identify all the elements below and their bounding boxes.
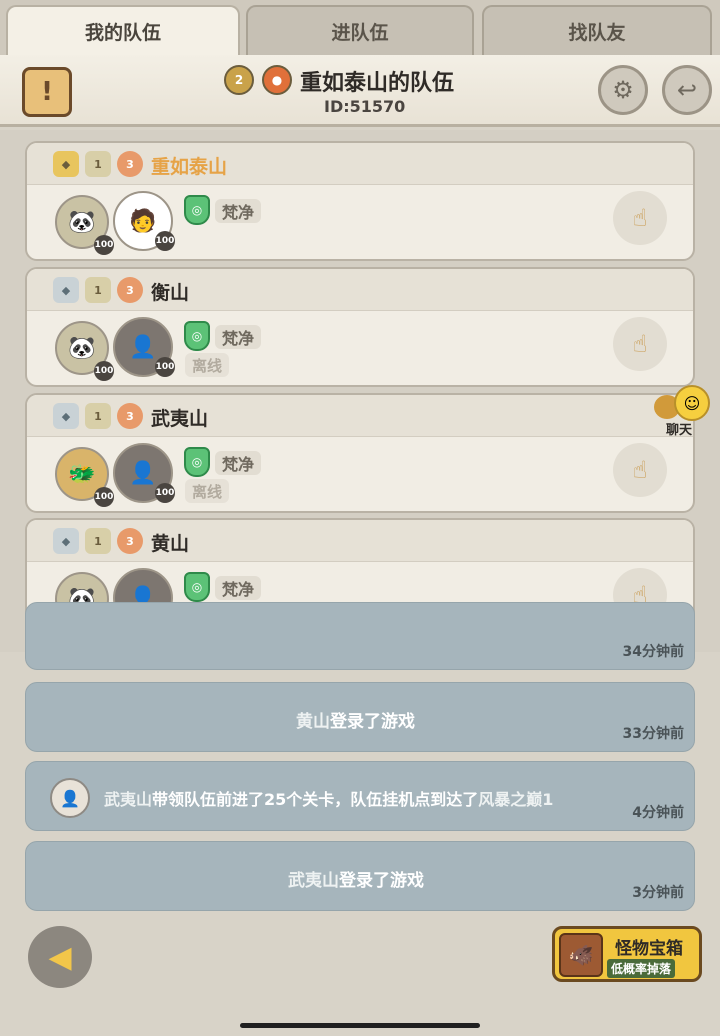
log-action: 带领队伍前进了25个关卡，队伍挂机点到达了 [152,790,479,809]
team-header: ! 2 ● 重如泰山的队伍 ID:51570 ⚙ ↩ [0,55,720,127]
hand-tap-icon: ☝ [632,456,648,484]
pet-level: 100 [94,235,114,255]
area-tag: 梵净 [215,576,262,600]
tab-label: 我的队伍 [84,21,161,44]
area-tag: 梵净 [215,199,262,223]
offline-tag: 离线 [185,479,230,503]
log-action: 登录了游戏 [339,871,424,891]
log-place-name: 风暴之巅1 [478,790,554,809]
area-badge-icon: ◎ [184,195,210,225]
pet-level: 100 [94,361,114,381]
chat-smile-icon: ☺ [674,385,710,421]
tab-label: 找队友 [568,21,626,44]
level-badge-icon: 1 [85,151,111,177]
area-tag: 梵净 [215,325,262,349]
level-badge-icon: 1 [85,403,111,429]
level-badge-icon: 1 [85,528,111,554]
gear-icon: ⚙ [612,76,634,104]
log-time: 3分钟前 [632,885,684,901]
log-time: 4分钟前 [632,805,684,821]
chat-button[interactable]: ☺ 聊天 [654,385,716,438]
pet-level: 100 [94,487,114,507]
tab-my-team[interactable]: 我的队伍 [6,5,240,55]
home-indicator[interactable] [240,1023,480,1028]
chest-title: 怪物宝箱 [615,939,683,959]
team-rank-icon: ● [262,65,292,95]
log-message: 黄山登录了游戏 [296,707,415,732]
team-level-icon: 2 [224,65,254,95]
rank-badge-icon: 3 [117,403,143,429]
shield-icon: ◆ [53,151,79,177]
tab-join-team[interactable]: 进队伍 [246,5,474,55]
level-badge-icon: 1 [85,277,111,303]
area-badge-icon: ◎ [184,321,210,351]
member-card: ◆ 1 3 武夷山 🐲 100 👤 100 ◎ 梵净 离线 ☝ [25,393,695,513]
member-card: ◆ 1 3 重如泰山 🐼 100 🧑 100 ◎ 梵净 ☝ [25,141,695,261]
area-badge-icon: ◎ [184,572,210,602]
rank-badge-icon: 3 [117,277,143,303]
log-message: 武夷山带领队伍前进了25个关卡，队伍挂机点到达了风暴之巅1 [104,786,553,810]
member-action-button[interactable]: ☝ [613,191,667,245]
log-time: 33分钟前 [622,726,684,742]
back-button[interactable]: ◀ [28,926,92,988]
tab-find-teammates[interactable]: 找队友 [482,5,712,55]
monster-chest-button[interactable]: 🐗 怪物宝箱 低概率掉落 [552,926,702,982]
team-id: ID:51570 [324,97,406,116]
rank-badge-icon: 3 [117,528,143,554]
member-card: ◆ 1 3 衡山 🐼 100 👤 100 ◎ 梵净 离线 ☝ [25,267,695,387]
shield-icon: ◆ [53,277,79,303]
log-entry: 34分钟前 [25,602,695,670]
hero-level: 100 [155,483,175,503]
log-time: 34分钟前 [622,644,684,660]
exit-icon: ↩ [676,76,698,104]
log-entry: 👤 武夷山带领队伍前进了25个关卡，队伍挂机点到达了风暴之巅1 4分钟前 [25,761,695,831]
area-tag: 梵净 [215,451,262,475]
tab-label: 进队伍 [331,21,389,44]
log-action: 登录了游戏 [330,712,415,732]
notice-scroll-icon[interactable]: ! [22,67,72,117]
chat-label: 聊天 [666,423,693,438]
log-entry: 武夷山登录了游戏 3分钟前 [25,841,695,911]
rank-badge-icon: 3 [117,151,143,177]
chest-subtitle: 低概率掉落 [607,959,676,978]
member-name: 重如泰山 [151,156,228,178]
player-avatar: 👤 [50,778,90,818]
hand-tap-icon: ☝ [632,204,648,232]
shield-icon: ◆ [53,528,79,554]
hero-level: 100 [155,357,175,377]
leave-team-button[interactable]: ↩ [662,65,712,115]
hand-tap-icon: ☝ [632,330,648,358]
boar-chest-icon: 🐗 [559,933,603,977]
arrow-left-icon: ◀ [48,939,72,975]
member-name: 黄山 [151,533,190,555]
team-title: 重如泰山的队伍 [300,71,455,96]
member-action-button[interactable]: ☝ [613,443,667,497]
log-player-name: 武夷山 [104,790,153,809]
hero-level: 100 [155,231,175,251]
shield-icon: ◆ [53,403,79,429]
offline-tag: 离线 [185,353,230,377]
log-entry: 黄山登录了游戏 33分钟前 [25,682,695,752]
member-action-button[interactable]: ☝ [613,317,667,371]
settings-button[interactable]: ⚙ [598,65,648,115]
tab-bar: 我的队伍 进队伍 找队友 [0,0,720,58]
log-message: 武夷山登录了游戏 [288,866,424,891]
member-name: 武夷山 [151,408,209,430]
area-badge-icon: ◎ [184,447,210,477]
member-name: 衡山 [151,282,190,304]
member-list: ◆ 1 3 重如泰山 🐼 100 🧑 100 ◎ 梵净 ☝ ◆ 1 3 衡山 🐼… [0,130,720,652]
log-player-name: 黄山 [296,712,330,732]
log-player-name: 武夷山 [288,871,339,891]
